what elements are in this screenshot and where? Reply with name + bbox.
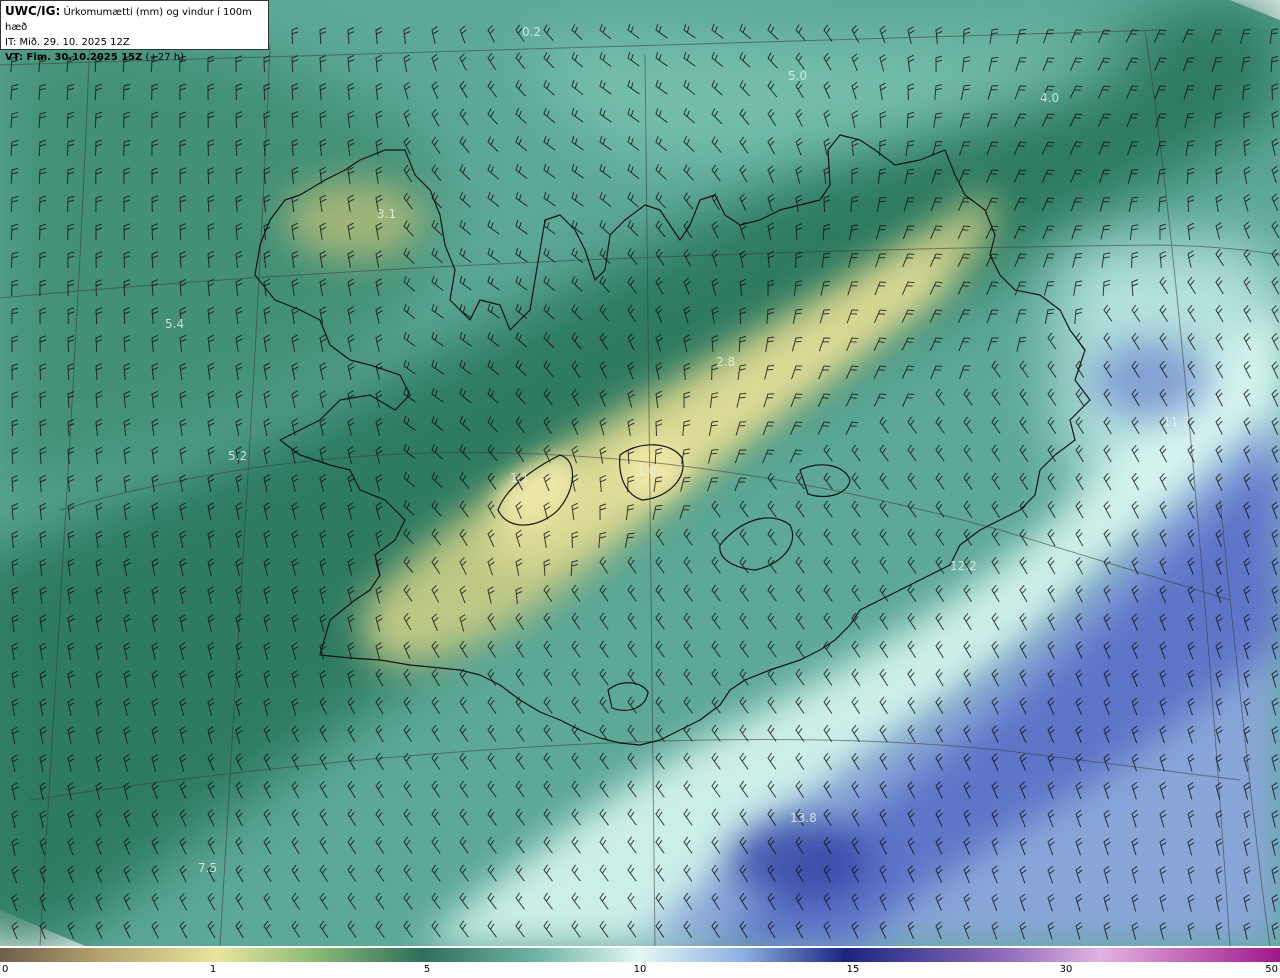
value-label: 2.8 [716,355,735,369]
colorbar [0,948,1280,962]
value-label: 13.8 [790,811,817,825]
issue-time: IT: Mið. 29. 10. 2025 12Z [5,37,130,48]
value-label: 3.1 [377,207,396,221]
map-info-box: UWC/IG: Úrkomumætti (mm) og vindur í 100… [0,0,269,63]
value-label: 0.2 [522,25,541,39]
value-label: 1.0 [637,464,656,478]
value-label: 12.2 [950,559,977,573]
value-label: 11.7 [1163,415,1190,429]
colorbar-tick: 30 [1059,964,1073,975]
value-label: 5.2 [228,449,247,463]
colorbar-tick: 50 [1265,964,1278,975]
colorbar-ticks: 0 1 5 10 15 30 50 [0,962,1280,978]
value-label: 7.5 [198,861,217,875]
value-label: 1.1 [510,471,529,485]
value-label: 5.0 [788,69,807,83]
precipitation-map: 0.2 5.0 4.0 3.1 5.4 2.8 5.2 1.1 1.0 11.7… [0,0,1280,946]
map-title: UWC/IG: Úrkomumætti (mm) og vindur í 100… [5,4,252,33]
colorbar-tick: 1 [209,964,217,975]
colorbar-tick: 15 [846,964,860,975]
colorbar-tick: 5 [423,964,431,975]
valid-time: VT: Fim. 30.10.2025 15Z (+27 h) [5,52,184,63]
value-label: 4.0 [1040,91,1059,105]
value-label: 5.4 [165,317,184,331]
colorbar-tick: 10 [633,964,647,975]
colorbar-tick: 0 [2,964,9,975]
